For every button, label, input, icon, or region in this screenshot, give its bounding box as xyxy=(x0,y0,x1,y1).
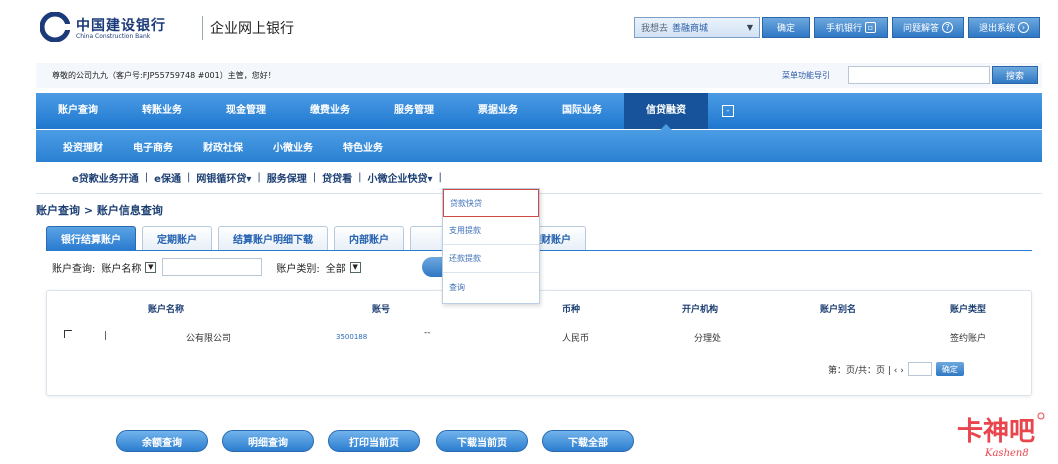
nav-small-business[interactable]: 小微业务 xyxy=(258,139,328,154)
col-account-number: 账号 xyxy=(372,305,391,315)
nav-transfer[interactable]: 转账业务 xyxy=(120,93,204,129)
cell-currency: 人民币 xyxy=(562,334,590,344)
page-go-button[interactable]: 确定 xyxy=(935,362,964,376)
tab-statement-download[interactable]: 结算账户明细下载 xyxy=(218,226,328,250)
download-all-button[interactable]: 下载全部 xyxy=(542,430,634,452)
row-mark: | xyxy=(104,331,108,341)
svg-text:Kashen8: Kashen8 xyxy=(984,448,1029,459)
nav-cash-management[interactable]: 现金管理 xyxy=(204,93,288,129)
ccb-logo-icon xyxy=(39,11,71,43)
sub-nav: 投资理财 电子商务 财政社保 小微业务 特色业务 xyxy=(36,130,1042,162)
destination-select[interactable]: 我想去 善融商城 ▼ xyxy=(634,17,760,38)
type-select[interactable]: 全部 ▼ xyxy=(326,258,361,276)
nav-factoring[interactable]: 服务保理 xyxy=(261,170,313,185)
logout-button[interactable]: 退出系统 › xyxy=(968,17,1040,38)
print-page-button[interactable]: 打印当前页 xyxy=(328,430,420,452)
main-nav: 账户查询 转账业务 现金管理 缴费业务 服务管理 票据业务 国际业务 信贷融资 … xyxy=(36,93,1042,130)
query-button[interactable] xyxy=(422,257,442,277)
chevron-down-icon: ▼ xyxy=(145,261,157,273)
cell-account-name: 公有限公司 xyxy=(186,334,232,344)
bank-name-en: China Construction Bank xyxy=(76,33,151,40)
chevron-down-icon: ▼ xyxy=(349,261,361,273)
nav-e-baotong[interactable]: e保通 xyxy=(148,170,187,185)
col-currency: 币种 xyxy=(562,305,581,315)
field-select-value: 账户名称 xyxy=(101,263,142,275)
nav-separator: | xyxy=(438,172,442,183)
menu-guide-label: 菜单功能导引 xyxy=(782,71,830,80)
nav-investment[interactable]: 投资理财 xyxy=(48,139,118,154)
filter-label: 账户查询: xyxy=(52,263,96,275)
nav-international[interactable]: 国际业务 xyxy=(540,93,624,129)
col-type: 账户类型 xyxy=(950,305,987,315)
breadcrumb: 账户查询 > 账户信息查询 xyxy=(36,204,163,217)
search-button[interactable]: 搜索 xyxy=(992,66,1038,84)
cell-account-extra: -- xyxy=(424,328,431,338)
col-account-name: 账户名称 xyxy=(148,305,185,315)
nav-e-loan[interactable]: e贷款业务开通 xyxy=(66,170,145,185)
pager-text: 第：页/共：页 | ‹ › xyxy=(828,365,904,376)
balance-query-button[interactable]: 余额查询 xyxy=(116,430,208,452)
cell-account-number[interactable]: 3500188 xyxy=(336,333,367,341)
nav-account-query[interactable]: 账户查询 xyxy=(36,93,120,129)
faq-button[interactable]: 问题解答? xyxy=(892,17,964,38)
row-checkbox[interactable] xyxy=(64,330,72,338)
nav-bills[interactable]: 票据业务 xyxy=(456,93,540,129)
tab-fixed-account[interactable]: 定期账户 xyxy=(142,226,212,250)
collapse-icon[interactable]: - xyxy=(722,105,734,117)
watermark-logo: 卡神吧 Kashen8 xyxy=(955,410,1045,460)
menu-item-drawdown[interactable]: 支用提款 xyxy=(443,217,539,245)
menu-item-query[interactable]: 查询 xyxy=(443,273,539,301)
quick-loan-dropdown: 贷款快贷 支用提款 还款提款 查询 xyxy=(442,188,540,304)
tab-settlement-account[interactable]: 银行结算账户 xyxy=(46,226,136,250)
nav-fiscal-social[interactable]: 财政社保 xyxy=(188,139,258,154)
field-select[interactable]: 账户名称 ▼ xyxy=(101,258,157,276)
account-name-input[interactable] xyxy=(162,258,263,276)
nav-ecommerce[interactable]: 电子商务 xyxy=(118,139,188,154)
col-branch: 开户机构 xyxy=(682,305,719,315)
nav-special[interactable]: 特色业务 xyxy=(328,139,398,154)
select-prefix: 我想去 xyxy=(641,24,669,34)
col-alias: 账户别名 xyxy=(820,305,857,315)
menu-item-repayment[interactable]: 还款提款 xyxy=(443,245,539,273)
mobile-icon: ▫ xyxy=(865,22,876,33)
logo-divider xyxy=(202,16,203,40)
site-subtitle: 企业网上银行 xyxy=(210,21,294,37)
svg-text:卡神吧: 卡神吧 xyxy=(957,417,1035,447)
bank-name: 中国建设银行 xyxy=(76,18,166,34)
nav-revolving-loan[interactable]: 网银循环贷▾ xyxy=(190,170,257,185)
menu-item-loan-apply[interactable]: 贷款快贷 xyxy=(443,189,539,217)
nav-payment[interactable]: 缴费业务 xyxy=(288,93,372,129)
mobile-banking-button[interactable]: 手机银行 ▫ xyxy=(814,17,888,38)
cell-account-type: 签约账户 xyxy=(950,334,987,344)
greeting-text: 尊敬的公司九九（客户号:FJP55759748 #001）主管，您好！ xyxy=(52,71,276,80)
page-number-input[interactable] xyxy=(907,362,932,376)
nav-daidaikan[interactable]: 贷贷看 xyxy=(316,170,358,185)
menu-search-input[interactable] xyxy=(848,66,990,84)
nav-service-management[interactable]: 服务管理 xyxy=(372,93,456,129)
download-page-button[interactable]: 下载当前页 xyxy=(436,430,528,452)
filter-row: 账户查询: 账户名称 ▼ 账户类别: 全部 ▼ xyxy=(52,258,361,276)
cell-branch: 分理处 xyxy=(694,334,722,344)
nav-micro-quick-loan[interactable]: 小微企业快贷▾ xyxy=(362,170,439,185)
select-value: 善融商城 xyxy=(672,24,709,34)
type-label: 账户类别: xyxy=(276,263,320,275)
chevron-down-icon: ▼ xyxy=(746,23,753,32)
detail-query-button[interactable]: 明细查询 xyxy=(222,430,314,452)
nav-credit-financing[interactable]: 信贷融资 xyxy=(624,93,708,130)
confirm-button[interactable]: 确定 xyxy=(762,17,810,38)
exit-icon: › xyxy=(1018,22,1029,33)
tab-internal-account[interactable]: 内部账户 xyxy=(334,226,404,250)
pager: 第：页/共：页 | ‹ › 确定 xyxy=(828,362,964,376)
question-icon: ? xyxy=(942,22,953,33)
type-select-value: 全部 xyxy=(325,263,346,275)
